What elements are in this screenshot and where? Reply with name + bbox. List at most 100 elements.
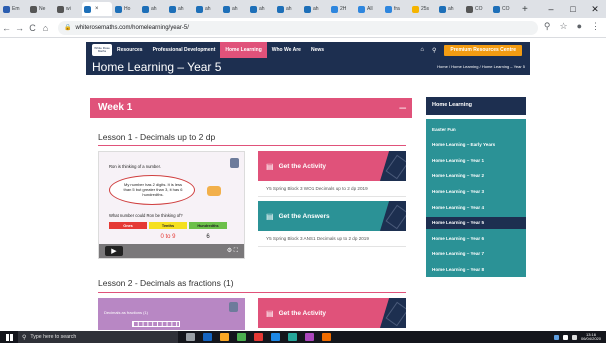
browser-tab[interactable]: ah	[248, 2, 274, 16]
clock-date: 06/04/2020	[580, 336, 601, 341]
lesson-2-title: Lesson 2 - Decimals as fractions (1)	[98, 278, 234, 288]
language-icon[interactable]	[571, 334, 577, 340]
tab-favicon-icon	[169, 5, 176, 13]
browser-tab[interactable]: Ho	[113, 2, 139, 16]
browser-tab[interactable]: 25s	[410, 2, 436, 16]
tab-label: CO	[475, 6, 483, 12]
search-icon[interactable]: ⚲	[432, 47, 436, 54]
back-icon[interactable]: ←	[0, 23, 13, 33]
sidebar-item[interactable]: Home Learning – Year 6	[426, 232, 526, 244]
tab-label: Ho	[124, 6, 131, 12]
browser-tab[interactable]: Ne	[28, 2, 54, 16]
tab-favicon-icon	[250, 5, 257, 13]
account-icon[interactable]: ⌂	[420, 47, 424, 53]
sidebar-item[interactable]: Home Learning – Year 8	[426, 263, 526, 275]
lesson-2-video[interactable]: Decimals as fractions (1)	[98, 298, 245, 330]
minimize-icon[interactable]: –	[540, 0, 562, 18]
network-icon[interactable]	[553, 334, 559, 340]
premium-label: Premium Resources Centre	[450, 47, 516, 53]
tab-label: ah	[178, 6, 184, 12]
taskbar-clock[interactable]: 13:16 06/04/2020	[580, 332, 601, 342]
taskbar-app-icon[interactable]	[305, 333, 314, 341]
tab-favicon-icon	[439, 5, 446, 13]
tab-favicon-icon	[30, 5, 37, 13]
sidebar-item[interactable]: Home Learning – Year 4	[426, 201, 526, 213]
sidebar-item[interactable]: Home Learning – Year 1	[426, 154, 526, 166]
browser-tab[interactable]: All	[356, 2, 382, 16]
tab-label: ah	[286, 6, 292, 12]
maximize-icon[interactable]: □	[562, 0, 584, 18]
browser-tab[interactable]: ah	[437, 2, 463, 16]
lesson-2-divider	[98, 292, 406, 293]
close-window-icon[interactable]: ✕	[584, 0, 606, 18]
taskbar-app-icon[interactable]	[237, 333, 246, 341]
lesson-1-video[interactable]: Ron is thinking of a number. My number h…	[98, 151, 245, 259]
url-input[interactable]: 🔒 whiterosemaths.com/homelearning/year-5…	[58, 20, 538, 35]
tab-label: ah	[259, 6, 265, 12]
week-accordion-header[interactable]: Week 1 –	[90, 98, 412, 118]
taskbar-app-icon[interactable]	[271, 333, 280, 341]
browser-tab[interactable]: Em	[1, 2, 27, 16]
activity-file-link[interactable]: Y5 Spring Block 3 WO1 Decimals up to 2 d…	[266, 186, 368, 191]
collapse-icon[interactable]: –	[399, 100, 406, 114]
browser-tab[interactable]: CO	[491, 2, 517, 16]
taskbar-app-icon[interactable]	[186, 333, 195, 341]
nav-item-who-we-are[interactable]: Who We Are	[267, 42, 306, 58]
taskbar-app-icon[interactable]	[220, 333, 229, 341]
browser-tab[interactable]: ah	[140, 2, 166, 16]
sidebar-item[interactable]: Home Learning – Year 5	[426, 216, 526, 229]
windows-start-icon[interactable]	[0, 333, 18, 341]
browser-tab[interactable]: ah	[167, 2, 193, 16]
video-settings-icon[interactable]: ⚙ ⛶	[227, 247, 238, 255]
lesson-1-divider	[98, 145, 406, 146]
volume-icon[interactable]	[562, 334, 568, 340]
browser-tab[interactable]: ah	[194, 2, 220, 16]
sidebar-item[interactable]: Home Learning – Year 3	[426, 185, 526, 197]
browser-tab[interactable]: 2H	[329, 2, 355, 16]
tab-label: ah	[313, 6, 319, 12]
get-answers-button[interactable]: ▤ Get the Answers	[258, 201, 406, 231]
close-tab-icon[interactable]: ×	[95, 6, 99, 12]
sidebar-item[interactable]: Easter Fun	[426, 123, 526, 135]
video-question-line: Ron is thinking of a number.	[109, 164, 161, 169]
tab-label: 2H	[340, 6, 347, 12]
nav-item-resources[interactable]: Resources	[112, 42, 148, 58]
home-icon[interactable]: ⌂	[39, 23, 52, 33]
taskbar-app-icon[interactable]	[322, 333, 331, 341]
sidebar-heading: Home Learning	[426, 97, 526, 115]
bookmark-star-icon[interactable]: ☆	[559, 21, 567, 32]
reload-icon[interactable]: C	[26, 23, 39, 33]
sidebar-item[interactable]: Home Learning – Year 2	[426, 170, 526, 182]
browser-tab[interactable]: wi	[55, 2, 81, 16]
sidebar-heading-text: Home Learning	[432, 102, 473, 108]
page-title-band: Home Learning – Year 5 Home / Home Learn…	[86, 58, 530, 75]
browser-tab[interactable]: fra	[383, 2, 409, 16]
nav-item-professional-development[interactable]: Professional Development	[148, 42, 221, 58]
taskbar-app-icon[interactable]	[288, 333, 297, 341]
browser-tab[interactable]: ah	[221, 2, 247, 16]
sidebar-item[interactable]: Home Learning – Year 7	[426, 248, 526, 260]
play-icon[interactable]: ▶	[105, 246, 123, 256]
browser-tab[interactable]: CO	[464, 2, 490, 16]
taskbar-search-input[interactable]: ⚲ Type here to search	[18, 331, 178, 343]
forward-icon[interactable]: →	[13, 23, 26, 33]
lesson-2-get-activity-button[interactable]: ▤ Get the Activity	[258, 298, 406, 328]
profile-icon[interactable]: ●	[577, 21, 582, 32]
menu-icon[interactable]: ⋮	[591, 21, 600, 32]
sidebar-item[interactable]: Home Learning – Early Years	[426, 139, 526, 151]
header-ones: Ones	[109, 222, 147, 229]
nav-item-news[interactable]: News	[306, 42, 329, 58]
answers-file-link[interactable]: Y5 Spring Block 3 ANS1 Decimals up to 2 …	[266, 236, 369, 241]
get-activity-button[interactable]: ▤ Get the Activity	[258, 151, 406, 181]
browser-tab[interactable]: ×	[82, 2, 112, 16]
site-logo[interactable]: White Rose Maths	[92, 44, 112, 56]
zoom-icon[interactable]: ⚲	[544, 21, 551, 32]
new-tab-button[interactable]: +	[522, 4, 528, 15]
browser-tab[interactable]: ah	[302, 2, 328, 16]
nav-item-home-learning[interactable]: Home Learning	[220, 42, 267, 58]
taskbar-app-icon[interactable]	[203, 333, 212, 341]
browser-tab[interactable]: ah	[275, 2, 301, 16]
premium-resources-button[interactable]: Premium Resources Centre	[444, 44, 522, 56]
tab-favicon-icon	[3, 5, 10, 13]
taskbar-app-icon[interactable]	[254, 333, 263, 341]
